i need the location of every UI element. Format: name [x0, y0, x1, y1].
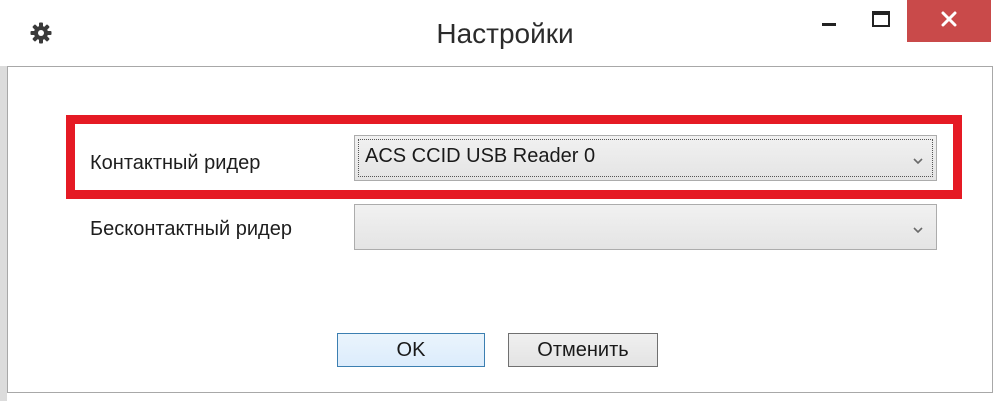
maximize-button[interactable] — [856, 0, 906, 42]
ok-button[interactable]: OK — [337, 333, 485, 367]
close-button[interactable] — [907, 0, 991, 42]
contactless-reader-label: Бесконтактный ридер — [90, 218, 292, 240]
minimize-icon — [822, 12, 836, 31]
highlight-frame — [66, 115, 962, 199]
settings-window: Настройки Контактный ридер ACS CCID USB … — [0, 0, 1000, 401]
minimize-button[interactable] — [806, 0, 852, 42]
maximize-icon — [872, 10, 890, 32]
cancel-button[interactable]: Отменить — [508, 333, 658, 367]
contactless-reader-select[interactable] — [354, 204, 937, 250]
title-bar[interactable]: Настройки — [0, 0, 1000, 66]
chevron-down-icon[interactable] — [912, 222, 924, 234]
close-icon — [941, 11, 957, 32]
